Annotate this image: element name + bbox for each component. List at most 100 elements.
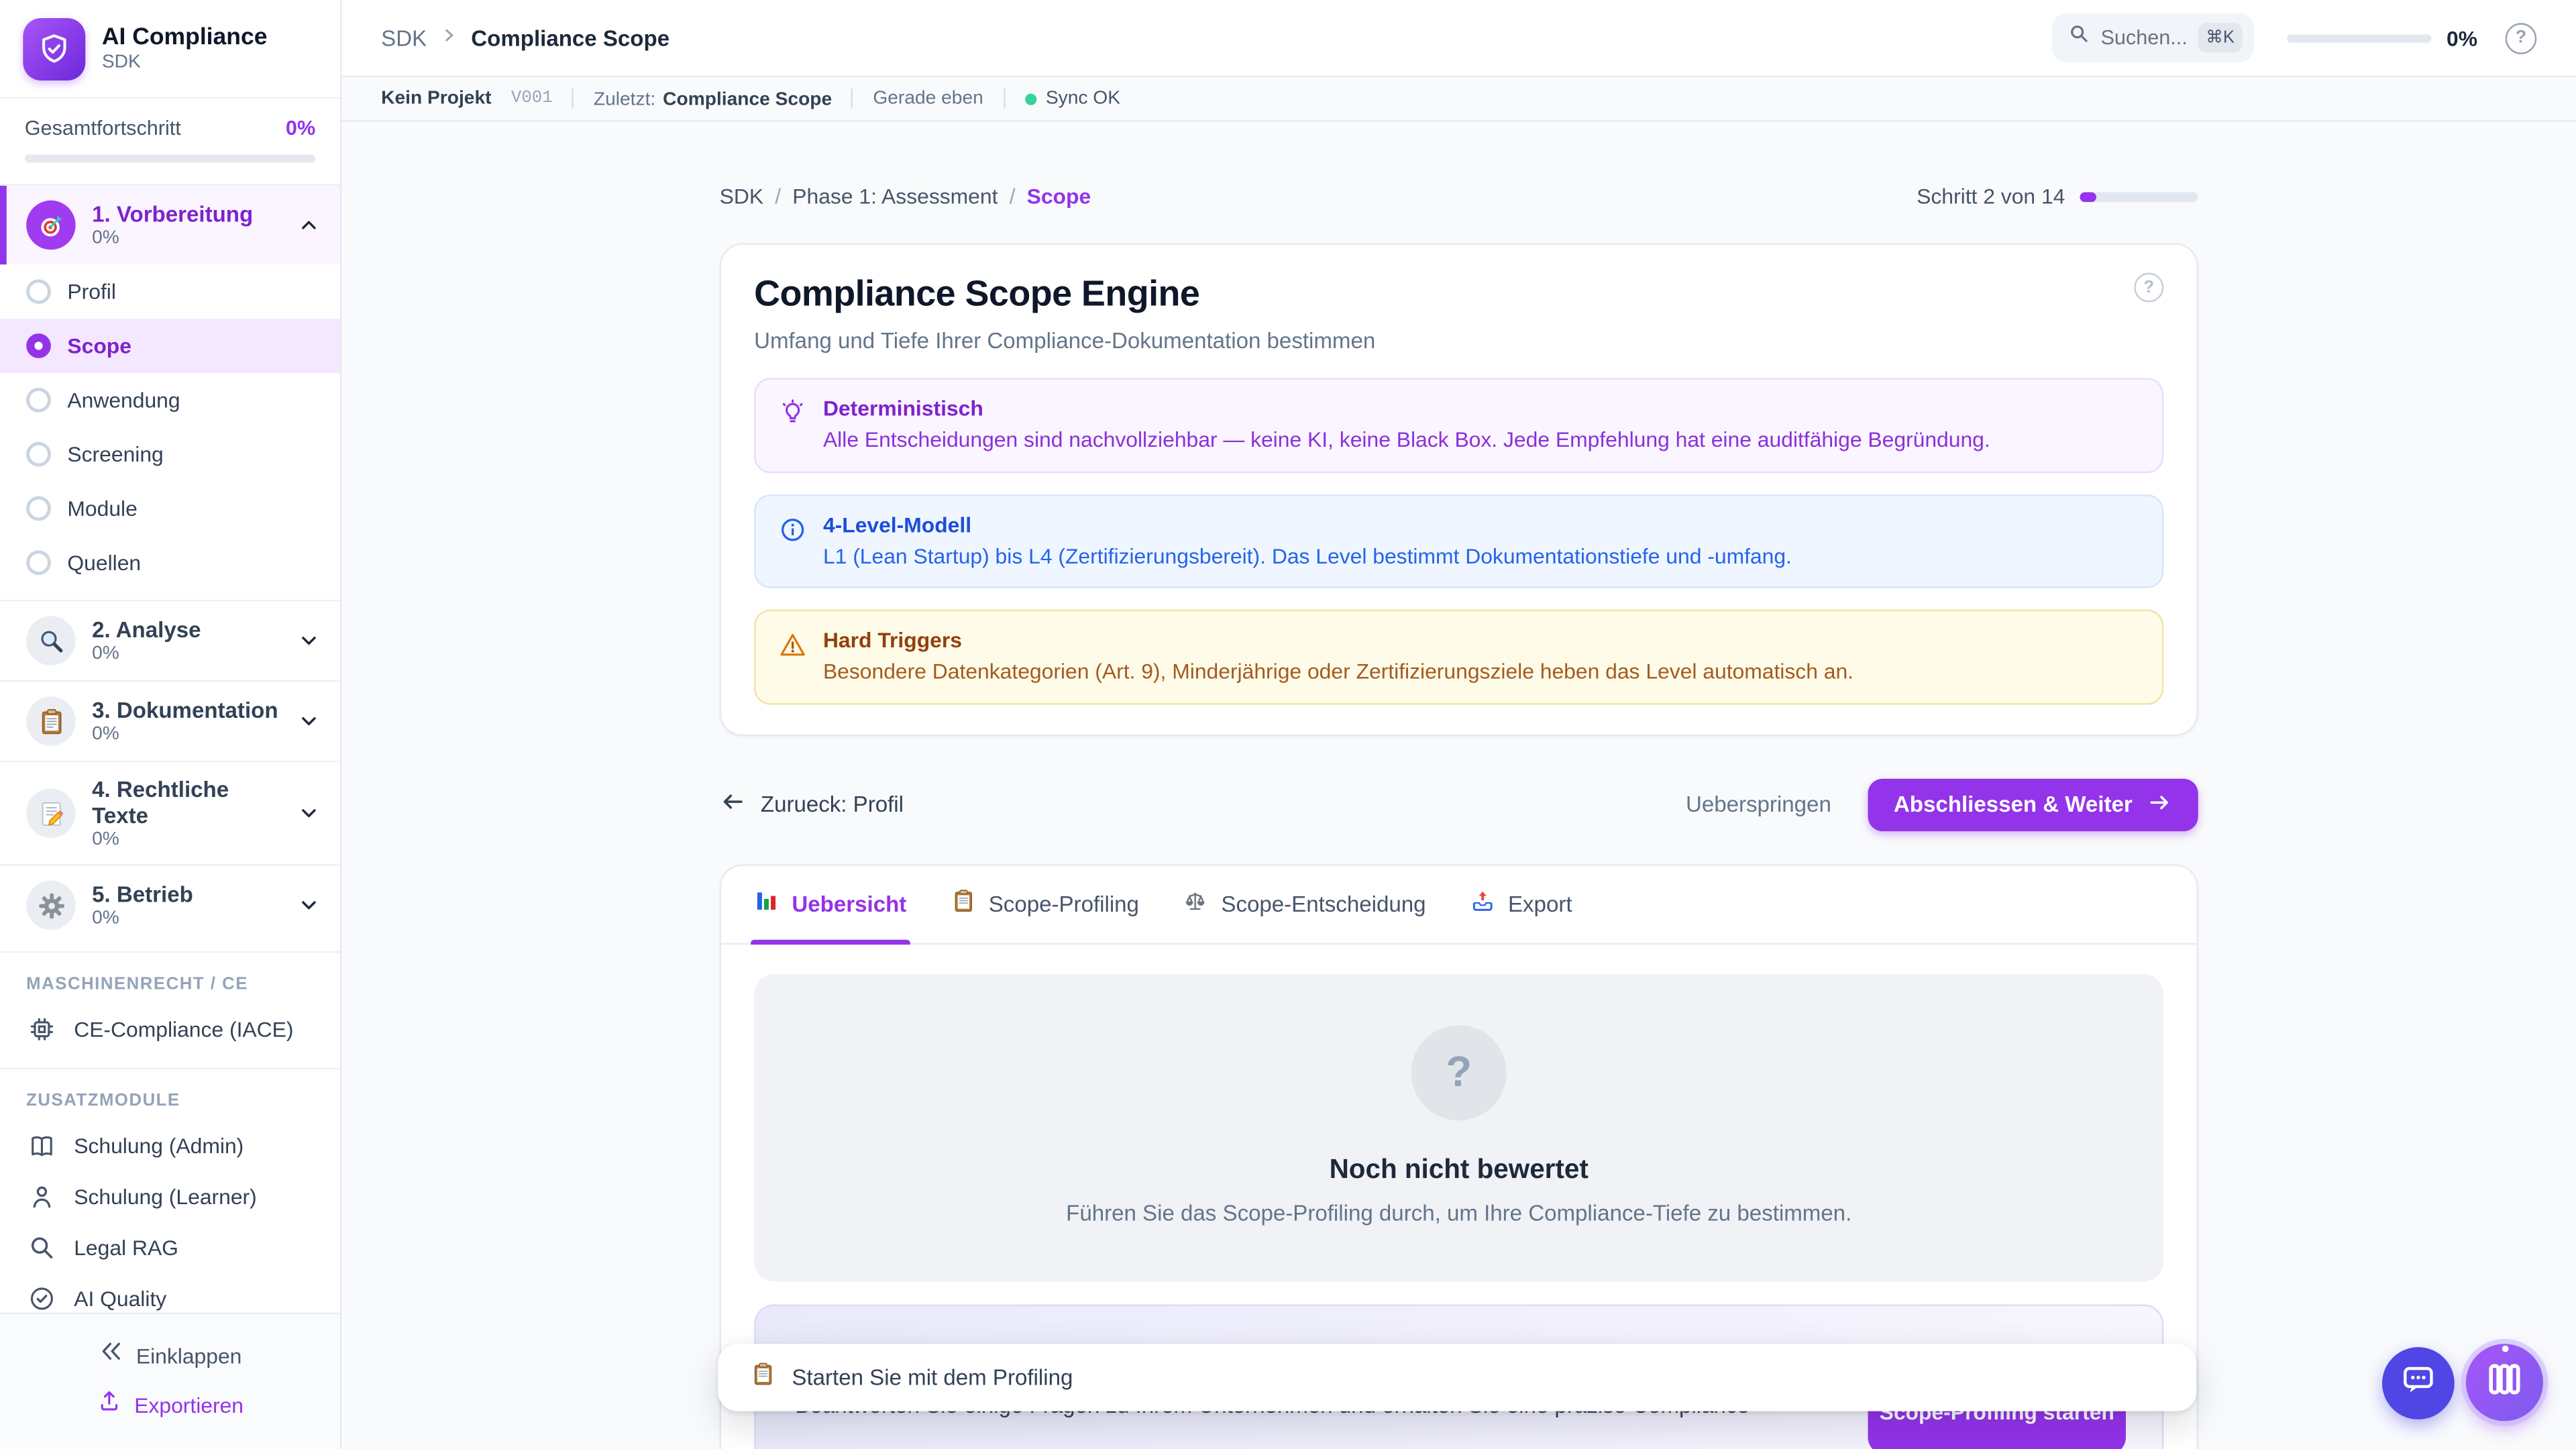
statusbar: Kein Projekt V001 Zuletzt: Compliance Sc…: [341, 77, 2576, 121]
radio-icon: [26, 279, 51, 304]
sidebar-item-anwendung[interactable]: Anwendung: [0, 373, 340, 427]
sidebar-section-rechtliche-texte[interactable]: 4. Rechtliche Texte 0%: [0, 761, 340, 864]
divider: [572, 89, 574, 108]
clipboard-icon: [751, 1361, 775, 1394]
divider: [852, 89, 853, 108]
radio-selected-icon: [26, 333, 51, 358]
section-pct: 0%: [92, 229, 253, 248]
card-help-icon[interactable]: ?: [2134, 273, 2163, 303]
sidebar-item-module[interactable]: Module: [0, 482, 340, 536]
collapse-sidebar-button[interactable]: Einklappen: [0, 1331, 340, 1380]
tab-export[interactable]: Export: [1470, 865, 1572, 943]
page-content: SDK / Phase 1: Assessment / Scope Schrit…: [341, 121, 2576, 1449]
magnifier-icon: [26, 616, 75, 665]
search-input[interactable]: [2100, 26, 2186, 49]
breadcrumb: SDK Compliance Scope: [381, 23, 669, 52]
wizard-actions: Zurueck: Profil Ueberspringen Abschliess…: [720, 778, 2198, 830]
section-title: 1. Vorbereitung: [92, 202, 253, 227]
chevron-down-icon: [297, 710, 320, 733]
back-button[interactable]: Zurueck: Profil: [720, 789, 904, 820]
radio-icon: [26, 388, 51, 413]
step-progress-bar: [2080, 191, 2198, 201]
group-label-maschinenrecht: MASCHINENRECHT / CE: [0, 951, 340, 1004]
book-icon: [26, 1132, 56, 1160]
double-chevron-left-icon: [99, 1339, 123, 1372]
export-button[interactable]: Exportieren: [0, 1380, 340, 1429]
breadcrumb-current: Compliance Scope: [471, 25, 669, 50]
empty-state-title: Noch nicht bewertet: [787, 1155, 2131, 1186]
info-circle-icon: [779, 515, 807, 570]
sidebar-nav: 1. Vorbereitung 0% Profil Scope Anwendun…: [0, 186, 340, 1313]
search-icon: [26, 1234, 56, 1262]
header-progress-value: 0%: [2447, 25, 2477, 50]
radio-icon: [26, 550, 51, 575]
lightbulb-icon: [779, 399, 807, 454]
chat-bubble-icon: [2399, 1360, 2438, 1407]
tab-uebersicht[interactable]: Uebersicht: [754, 865, 906, 943]
tab-bar: Uebersicht Scope-Profiling: [721, 865, 2196, 945]
finish-next-button[interactable]: Abschliessen & Weiter: [1868, 778, 2198, 830]
step-label: Schritt 2 von 14: [1917, 184, 2065, 209]
app-subtitle: SDK: [102, 53, 268, 72]
tab-scope-entscheidung[interactable]: Scope-Entscheidung: [1183, 865, 1426, 943]
sidebar-item-schulung-admin[interactable]: Schulung (Admin): [0, 1120, 340, 1171]
sync-status: Sync OK: [1024, 89, 1120, 108]
tab-scope-profiling[interactable]: Scope-Profiling: [951, 865, 1139, 943]
version-badge: V001: [511, 89, 553, 108]
clipboard-icon: [26, 696, 75, 745]
page-crumb-sdk[interactable]: SDK: [720, 184, 763, 209]
info-box-deterministisch: Deterministisch Alle Entscheidungen sind…: [754, 378, 2163, 472]
balance-scale-icon: [1183, 889, 1208, 918]
chevron-down-icon: [297, 894, 320, 916]
shield-check-icon: [23, 17, 85, 80]
sidebar-item-ai-quality[interactable]: AI Quality: [0, 1273, 340, 1313]
page-subtitle: Umfang und Tiefe Ihrer Compliance-Dokume…: [754, 329, 2163, 354]
info-box-hard-triggers: Hard Triggers Besondere Datenkategorien …: [754, 610, 2163, 704]
kanban-columns-icon: [2485, 1360, 2523, 1406]
app-brand[interactable]: AI Compliance SDK: [0, 0, 340, 99]
profiling-toast: Starten Sie mit dem Profiling: [718, 1344, 2196, 1411]
app-window: AI Compliance SDK Gesamtfortschritt 0% 1…: [0, 0, 2576, 1449]
radio-icon: [26, 442, 51, 467]
chevron-down-icon: [297, 629, 320, 652]
upload-icon: [97, 1388, 121, 1421]
search-box[interactable]: ⌘K: [2051, 13, 2254, 62]
dartboard-icon: [26, 201, 75, 250]
person-icon: [26, 1183, 56, 1211]
sidebar-item-quellen[interactable]: Quellen: [0, 535, 340, 590]
gear-icon: [26, 881, 75, 930]
board-fab-button[interactable]: [2466, 1344, 2543, 1421]
overall-progress-label: Gesamtfortschritt: [25, 117, 181, 140]
skip-button[interactable]: Ueberspringen: [1686, 792, 1831, 817]
arrow-left-icon: [720, 789, 746, 820]
group-label-zusatzmodule: ZUSATZMODULE: [0, 1068, 340, 1120]
sidebar-item-profil[interactable]: Profil: [0, 264, 340, 319]
overall-progress-value: 0%: [286, 117, 315, 140]
last-step-label: Zuletzt:: [594, 91, 655, 110]
sidebar-section-analyse[interactable]: 2. Analyse 0%: [0, 600, 340, 680]
sync-ok-dot-icon: [1024, 93, 1036, 104]
empty-state: ? Noch nicht bewertet Führen Sie das Sco…: [754, 973, 2163, 1281]
help-icon[interactable]: ?: [2506, 22, 2537, 54]
empty-state-text: Führen Sie das Scope-Profiling durch, um…: [787, 1200, 2131, 1225]
sidebar-section-betrieb[interactable]: 5. Betrieb 0%: [0, 864, 340, 945]
last-step-value: Compliance Scope: [663, 91, 832, 110]
sidebar-section-dokumentation[interactable]: 3. Dokumentation 0%: [0, 680, 340, 761]
breadcrumb-root[interactable]: SDK: [381, 25, 427, 50]
sidebar-footer: Einklappen Exportieren: [0, 1313, 340, 1449]
sidebar-item-schulung-learner[interactable]: Schulung (Learner): [0, 1171, 340, 1222]
sidebar-item-screening[interactable]: Screening: [0, 427, 340, 482]
page-crumb-phase[interactable]: Phase 1: Assessment: [792, 184, 998, 209]
overall-progress-bar: [25, 154, 315, 162]
chat-fab-button[interactable]: [2382, 1347, 2455, 1419]
sidebar-item-ce-compliance[interactable]: CE-Compliance (IACE): [0, 1004, 340, 1055]
chevron-up-icon: [297, 213, 320, 236]
sidebar-section-vorbereitung[interactable]: 1. Vorbereitung 0%: [0, 186, 340, 265]
cpu-chip-icon: [26, 1016, 56, 1044]
page-crumb-scope: Scope: [1027, 184, 1091, 209]
sidebar-item-scope[interactable]: Scope: [0, 319, 340, 373]
header-progress-bar: [2287, 34, 2432, 42]
check-circle-icon: [26, 1285, 56, 1313]
project-name: Kein Projekt: [381, 89, 491, 108]
sidebar-item-legal-rag[interactable]: Legal RAG: [0, 1222, 340, 1273]
